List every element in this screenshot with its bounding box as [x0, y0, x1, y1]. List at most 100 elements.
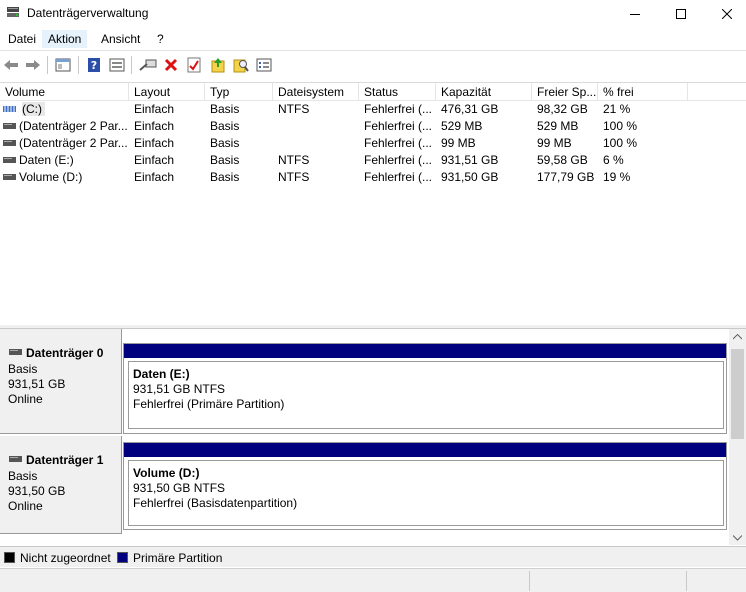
free-percent-cell: 21 %	[603, 102, 631, 116]
volume-icon	[3, 174, 16, 180]
filesystem-cell: NTFS	[278, 170, 310, 184]
forward-icon	[26, 60, 40, 70]
partition-size: 931,51 GB NTFS	[133, 382, 226, 396]
toolbar: ?	[0, 50, 746, 78]
type-cell: Basis	[210, 136, 240, 150]
column-header-typ[interactable]: Typ	[205, 83, 273, 101]
help-button[interactable]: ?	[84, 55, 104, 75]
free-space-cell: 177,79 GB	[537, 170, 595, 184]
menu-help[interactable]: ?	[151, 30, 170, 48]
column-header-dateisystem[interactable]: Dateisystem	[273, 83, 359, 101]
connect-icon	[139, 59, 157, 71]
partition-status: Fehlerfrei (Basisdatenpartition)	[133, 496, 298, 510]
status-divider	[686, 571, 687, 591]
vertical-scrollbar[interactable]	[729, 329, 746, 545]
toolbar-separator	[47, 56, 48, 74]
legend-swatch-primary	[117, 552, 128, 563]
title-bar: Datenträgerverwaltung	[0, 0, 746, 27]
menu-ansicht[interactable]: Ansicht	[95, 30, 146, 48]
layout-cell: Einfach	[134, 136, 175, 150]
volume-striped-icon	[3, 106, 16, 112]
back-icon	[4, 60, 18, 70]
minimize-button[interactable]	[612, 0, 658, 27]
table-row[interactable]: (Datenträger 2 Par... Einfach Basis Fehl…	[0, 118, 746, 135]
check-icon	[187, 57, 201, 73]
layout-cell: Einfach	[134, 102, 175, 116]
volume-name: (Datenträger 2 Par...	[19, 119, 127, 133]
toolbar-separator	[131, 56, 132, 74]
table-row[interactable]: Volume (D:) Einfach Basis NTFS Fehlerfre…	[0, 169, 746, 186]
partition-size: 931,50 GB NTFS	[133, 481, 226, 495]
list-button[interactable]	[254, 55, 274, 75]
disk-graphical-view: Datenträger 0 Basis 931,51 GB Online Dat…	[0, 329, 746, 545]
volume-list: Volume Layout Typ Dateisystem Status Kap…	[0, 82, 746, 325]
column-header-volume[interactable]: Volume	[0, 83, 129, 101]
disk-name: Datenträger 0	[26, 346, 104, 360]
volume-icon	[3, 157, 16, 163]
scrollbar-thumb[interactable]	[731, 349, 744, 439]
disk-management-icon	[6, 5, 20, 19]
legend-primary: Primäre Partition	[133, 551, 223, 565]
search-button[interactable]	[231, 55, 251, 75]
volume-name: Daten (E:)	[19, 153, 74, 167]
search-icon	[233, 59, 249, 73]
filesystem-cell: NTFS	[278, 102, 310, 116]
legend: Nicht zugeordnet Primäre Partition	[0, 546, 746, 567]
partition-volume-d[interactable]: Volume (D:) 931,50 GB NTFS Fehlerfrei (B…	[123, 442, 727, 530]
menu-aktion[interactable]: Aktion	[42, 30, 88, 48]
disk-state: Online	[8, 392, 43, 406]
table-row[interactable]: (Datenträger 2 Par... Einfach Basis Fehl…	[0, 135, 746, 152]
free-space-cell: 98,32 GB	[537, 102, 588, 116]
console-button[interactable]	[53, 55, 73, 75]
properties-button[interactable]	[107, 55, 127, 75]
close-button[interactable]	[704, 0, 746, 27]
volume-name: (C:)	[22, 102, 45, 116]
connect-button[interactable]	[138, 55, 158, 75]
column-header-status[interactable]: Status	[359, 83, 436, 101]
disk-size: 931,51 GB	[8, 377, 66, 391]
disk-0-label[interactable]: Datenträger 0 Basis 931,51 GB Online	[0, 329, 122, 434]
disk-1-label[interactable]: Datenträger 1 Basis 931,50 GB Online	[0, 436, 122, 534]
toolbar-separator	[78, 56, 79, 74]
volume-name: Volume (D:)	[19, 170, 83, 184]
type-cell: Basis	[210, 102, 240, 116]
disk-state: Online	[8, 499, 43, 513]
partition-title: Daten (E:)	[133, 367, 190, 381]
partition-title: Volume (D:)	[133, 466, 200, 480]
column-header-freier-speicher[interactable]: Freier Sp...	[532, 83, 598, 101]
menu-bar: Datei Aktion Ansicht ?	[0, 27, 746, 49]
disk-icon	[9, 456, 22, 462]
table-row[interactable]: Daten (E:) Einfach Basis NTFS Fehlerfrei…	[0, 152, 746, 169]
column-header-prozent-frei[interactable]: % frei	[598, 83, 688, 101]
column-header-kapazitaet[interactable]: Kapazität	[436, 83, 532, 101]
layout-cell: Einfach	[134, 119, 175, 133]
volume-icon	[3, 140, 16, 146]
column-header-layout[interactable]: Layout	[129, 83, 205, 101]
table-row[interactable]: (C:) Einfach Basis NTFS Fehlerfrei (... …	[0, 101, 746, 118]
maximize-button[interactable]	[658, 0, 704, 27]
properties-icon	[109, 58, 125, 72]
primary-partition-bar	[124, 344, 726, 358]
list-header: Volume Layout Typ Dateisystem Status Kap…	[0, 83, 746, 101]
partition-daten-e[interactable]: Daten (E:) 931,51 GB NTFS Fehlerfrei (Pr…	[123, 343, 727, 434]
delete-button[interactable]	[161, 55, 181, 75]
partition-status: Fehlerfrei (Primäre Partition)	[133, 397, 285, 411]
free-space-cell: 99 MB	[537, 136, 572, 150]
capacity-cell: 529 MB	[441, 119, 483, 133]
volume-icon	[3, 123, 16, 129]
menu-datei[interactable]: Datei	[2, 30, 42, 48]
status-cell: Fehlerfrei (...	[364, 102, 433, 116]
disk-icon	[9, 349, 22, 355]
import-button[interactable]	[208, 55, 228, 75]
console-icon	[55, 58, 71, 72]
delete-icon	[164, 58, 178, 72]
check-button[interactable]	[184, 55, 204, 75]
forward-button[interactable]	[23, 55, 43, 75]
help-icon: ?	[88, 58, 100, 72]
free-space-cell: 529 MB	[537, 119, 579, 133]
back-button[interactable]	[1, 55, 21, 75]
layout-cell: Einfach	[134, 170, 175, 184]
chevron-up-icon[interactable]	[733, 334, 742, 340]
chevron-down-icon[interactable]	[733, 535, 742, 541]
free-percent-cell: 6 %	[603, 153, 624, 167]
